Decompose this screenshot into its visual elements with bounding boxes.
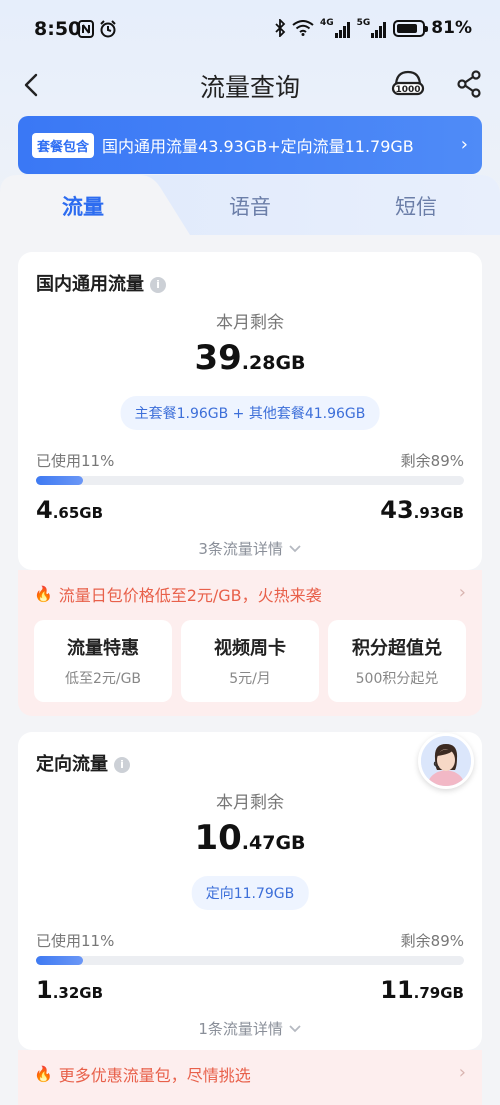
header: 流量查询 1000: [0, 60, 500, 110]
offer-title: 积分超值兑: [352, 638, 442, 659]
offer-subtitle: 5元/月: [229, 671, 271, 687]
package-banner[interactable]: 套餐包含 国内通用流量43.93GB+定向流量11.79GB ›: [18, 116, 482, 174]
total-amount: 43.93GB: [380, 496, 464, 524]
used-percent-label: 已使用11%: [36, 452, 115, 470]
total-amount-dec: .79GB: [413, 984, 464, 1002]
directed-data-card: 定向流量 i 本月剩余 10.47GB 定向11.79GB 已使用11% 剩余89…: [18, 732, 482, 1050]
promo-section: 🔥 流量日包价格低至2元/GB，火热来袭 › 流量特惠 低至2元/GB 视频周卡…: [18, 570, 482, 716]
signal-5g: 5G: [357, 18, 388, 38]
remain-value: 10.47GB: [18, 818, 482, 858]
used-amount: 1.32GB: [36, 976, 103, 1004]
network-5g-label: 5G: [356, 18, 371, 28]
card-title: 定向流量 i: [36, 750, 130, 776]
used-percent-label: 已使用11%: [36, 932, 115, 950]
offer-subtitle: 500积分起兑: [355, 671, 439, 687]
status-left-icons: [78, 20, 117, 38]
total-amount-dec: .93GB: [413, 504, 464, 522]
offer-card[interactable]: 积分超值兑 500积分起兑: [328, 620, 466, 702]
customer-service-icon[interactable]: 1000: [390, 66, 426, 102]
remain-value-int: 39: [194, 338, 242, 378]
status-right: 4G 5G 81%: [274, 18, 472, 38]
promo-headline[interactable]: 🔥 流量日包价格低至2元/GB，火热来袭: [34, 582, 322, 606]
used-amount-int: 4: [36, 496, 53, 524]
total-amount-int: 11: [380, 976, 414, 1004]
share-icon[interactable]: [452, 66, 488, 102]
usage-progress-fill: [36, 476, 84, 485]
chevron-right-icon: ›: [460, 134, 468, 155]
total-amount-int: 43: [380, 496, 414, 524]
chevron-right-icon: ›: [458, 582, 466, 603]
tab-data[interactable]: 流量: [23, 191, 143, 221]
signal-icon: [334, 22, 350, 38]
offer-title: 流量特惠: [67, 638, 139, 659]
network-4g-label: 4G: [319, 18, 334, 28]
battery-percent: 81%: [431, 18, 472, 38]
assistant-avatar[interactable]: [418, 733, 474, 789]
package-breakdown-pill: 定向11.79GB: [191, 876, 309, 910]
status-bar: 8:50 4G 5G 81%: [0, 0, 500, 60]
promo-headline-text: 流量日包价格低至2元/GB，火热来袭: [58, 586, 322, 605]
remain-value: 39.28GB: [18, 338, 482, 378]
status-time: 8:50: [34, 18, 82, 40]
remain-percent-label: 剩余89%: [400, 932, 464, 950]
data-details-text: 1条流量详情: [198, 1020, 283, 1038]
remain-value-dec: .47GB: [241, 832, 306, 854]
nfc-icon: [78, 20, 94, 38]
remain-label: 本月剩余: [216, 793, 284, 813]
info-icon[interactable]: i: [150, 277, 166, 293]
offer-title: 视频周卡: [214, 638, 286, 659]
banner-text: 国内通用流量43.93GB+定向流量11.79GB: [102, 137, 414, 156]
battery-fill: [397, 23, 417, 33]
data-details-link[interactable]: 3条流量详情: [18, 538, 482, 559]
remain-value-dec: .28GB: [241, 352, 306, 374]
total-amount: 11.79GB: [380, 976, 464, 1004]
remain-percent-label: 剩余89%: [400, 452, 464, 470]
offer-card[interactable]: 视频周卡 5元/月: [181, 620, 319, 702]
info-icon[interactable]: i: [114, 757, 130, 773]
data-details-link[interactable]: 1条流量详情: [18, 1018, 482, 1039]
promo-section: 🔥 更多优惠流量包，尽情挑选 ›: [18, 1050, 482, 1105]
remain-value-int: 10: [194, 818, 242, 858]
promo-headline-text: 更多优惠流量包，尽情挑选: [58, 1066, 251, 1085]
card-title-text: 国内通用流量: [36, 274, 144, 295]
chevron-down-icon: [289, 545, 301, 553]
package-breakdown-pill: 主套餐1.96GB + 其他套餐41.96GB: [120, 396, 380, 430]
usage-progress-bar: [36, 956, 464, 965]
fire-icon: 🔥: [34, 1065, 53, 1083]
alarm-icon: [100, 20, 116, 38]
used-amount-dec: .65GB: [52, 504, 104, 522]
banner-tag: 套餐包含: [32, 132, 95, 158]
chevron-down-icon: [289, 1025, 301, 1033]
tab-sms[interactable]: 短信: [356, 191, 476, 221]
bluetooth-icon: [275, 19, 286, 37]
used-amount-int: 1: [36, 976, 53, 1004]
signal-4g: 4G: [320, 18, 351, 38]
used-amount-dec: .32GB: [52, 984, 104, 1002]
battery-icon: [393, 19, 429, 37]
offer-card[interactable]: 流量特惠 低至2元/GB: [34, 620, 172, 702]
remain-label: 本月剩余: [216, 313, 284, 333]
card-title-text: 定向流量: [36, 754, 108, 775]
assistant-avatar-image: [421, 736, 471, 786]
tab-voice[interactable]: 语音: [190, 191, 310, 221]
wifi-icon: [292, 20, 314, 36]
usage-progress-bar: [36, 476, 464, 485]
data-details-text: 3条流量详情: [198, 540, 283, 558]
offer-subtitle: 低至2元/GB: [64, 671, 142, 687]
signal-icon: [371, 22, 387, 38]
chevron-right-icon: ›: [458, 1062, 466, 1083]
usage-progress-fill: [36, 956, 84, 965]
promo-headline[interactable]: 🔥 更多优惠流量包，尽情挑选: [34, 1062, 251, 1086]
tab-bar: 流量 语音 短信: [0, 175, 500, 235]
card-title: 国内通用流量 i: [36, 270, 166, 296]
general-data-card: 国内通用流量 i 本月剩余 39.28GB 主套餐1.96GB + 其他套餐41.…: [18, 252, 482, 570]
service-icon-text: 1000: [395, 85, 420, 95]
used-amount: 4.65GB: [36, 496, 103, 524]
fire-icon: 🔥: [34, 585, 53, 603]
